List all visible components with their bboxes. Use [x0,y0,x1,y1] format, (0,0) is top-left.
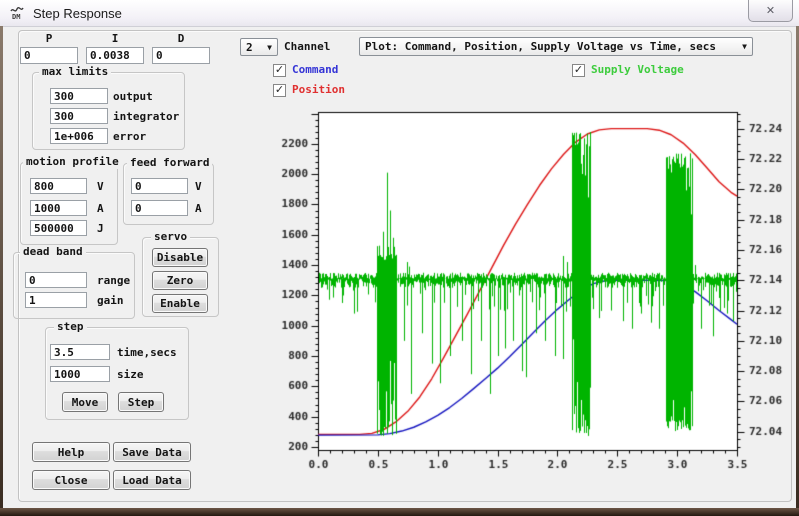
servo-disable-button[interactable]: Disable [152,248,208,267]
dead-band-range-field[interactable] [25,272,87,288]
d-field[interactable] [152,47,210,64]
dead-band-gain-label: gain [97,294,124,308]
ff-a-label: A [195,202,202,216]
ff-v-field[interactable] [131,178,188,194]
command-checkbox-label: Command [292,63,338,77]
step-button[interactable]: Step [118,392,164,412]
d-label: D [152,32,210,46]
i-label: I [86,32,144,46]
max-error-label: error [113,130,146,144]
channel-value: 2 [246,41,253,54]
motion-a-field[interactable] [30,200,87,216]
close-window-button[interactable]: ✕ [748,0,793,22]
window-border-left [0,26,3,508]
channel-label: Channel [284,40,330,54]
command-checkbox[interactable]: ✓ [273,64,286,77]
chevron-down-icon: ▼ [263,43,272,52]
max-output-label: output [113,90,153,104]
step-time-label: time,secs [117,346,177,360]
motion-j-field[interactable] [30,220,87,236]
motion-v-field[interactable] [30,178,87,194]
save-data-button[interactable]: Save Data [113,442,191,462]
chevron-down-icon: ▼ [738,42,747,51]
servo-zero-button[interactable]: Zero [152,271,208,290]
plot-select-value: Plot: Command, Position, Supply Voltage … [365,40,716,53]
motion-v-label: V [97,180,104,194]
servo-enable-button[interactable]: Enable [152,294,208,313]
help-button[interactable]: Help [32,442,110,462]
channel-select[interactable]: 2 ▼ [240,38,278,56]
svg-text:DM: DM [12,13,20,21]
dead-band-gain-field[interactable] [25,292,87,308]
position-checkbox-label: Position [292,83,345,97]
step-response-chart [255,100,799,480]
max-integrator-label: integrator [113,110,179,124]
window-border-bottom [0,508,799,516]
position-checkbox[interactable]: ✓ [273,84,286,97]
supply-voltage-checkbox-label: Supply Voltage [591,63,684,77]
motion-a-label: A [97,202,104,216]
feed-forward-title: feed forward [127,156,212,170]
title-bar[interactable]: DM Step Response ✕ [0,0,799,27]
p-field[interactable] [20,47,78,64]
ff-a-field[interactable] [131,200,188,216]
window-title: Step Response [33,6,122,21]
dead-band-title: dead band [20,245,86,259]
check-icon: ✓ [275,83,284,96]
motion-j-label: J [97,222,104,236]
plot-select[interactable]: Plot: Command, Position, Supply Voltage … [359,37,753,56]
dead-band-range-label: range [97,274,130,288]
load-data-button[interactable]: Load Data [113,470,191,490]
max-limits-title: max limits [39,65,111,79]
close-icon: ✕ [766,4,775,17]
max-integrator-field[interactable] [50,108,108,124]
app-icon: DM [9,5,25,21]
close-button[interactable]: Close [32,470,110,490]
move-button[interactable]: Move [62,392,108,412]
p-label: P [20,32,78,46]
max-output-field[interactable] [50,88,108,104]
supply-voltage-checkbox[interactable]: ✓ [572,64,585,77]
servo-title: servo [151,230,190,244]
step-size-field[interactable] [50,366,110,382]
ff-v-label: V [195,180,202,194]
step-title: step [54,320,87,334]
step-size-label: size [117,368,144,382]
step-response-window: DM Step Response ✕ P I D 2 ▼ Channel Plo… [0,0,799,516]
motion-profile-title: motion profile [23,155,122,169]
step-time-field[interactable] [50,344,110,360]
check-icon: ✓ [275,63,284,76]
check-icon: ✓ [574,63,583,76]
i-field[interactable] [86,47,144,64]
max-error-field[interactable] [50,128,108,144]
